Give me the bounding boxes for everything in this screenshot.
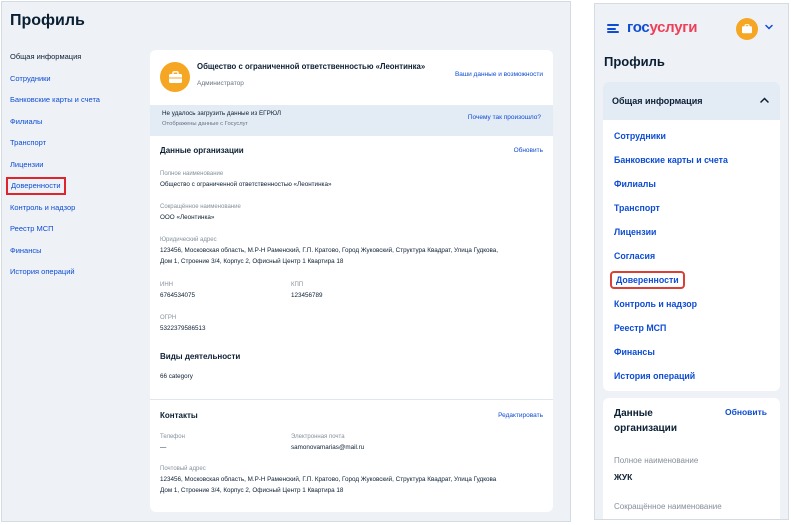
- email-label: Электронная почта: [291, 434, 345, 440]
- full-name-label: Полное наименование: [160, 171, 224, 177]
- ogrn-value: 5322379586513: [160, 325, 206, 332]
- inn-value: 6764534075: [160, 292, 196, 299]
- warning-subtext: Отображены данные с Госуслуг: [162, 121, 248, 127]
- menu-item-control[interactable]: Контроль и надзор: [603, 292, 780, 316]
- mobile-header: госуслуги: [595, 4, 788, 44]
- edit-contacts-button[interactable]: Редактировать: [498, 412, 543, 419]
- menu-item-employees[interactable]: Сотрудники: [603, 124, 780, 148]
- mobile-org-data-card: Данные организации Обновить Полное наиме…: [603, 398, 780, 519]
- activities-value: 66 category: [160, 373, 193, 380]
- mobile-short-name-label: Сокращённое наименование: [614, 502, 722, 511]
- short-name-label: Сокращённое наименование: [160, 204, 241, 210]
- organization-card: Общество с ограниченной ответственностью…: [150, 50, 553, 512]
- inn-label: ИНН: [160, 282, 173, 288]
- sidebar-nav: Общая информация Сотрудники Банковские к…: [2, 46, 142, 283]
- sidebar-item-branches[interactable]: Филиалы: [2, 111, 142, 133]
- menu-item-finance[interactable]: Финансы: [603, 340, 780, 364]
- sidebar-item-general-info[interactable]: Общая информация: [2, 46, 142, 68]
- menu-item-transport[interactable]: Транспорт: [603, 196, 780, 220]
- page-title: Профиль: [10, 12, 85, 29]
- menu-item-bank-cards[interactable]: Банковские карты и счета: [603, 148, 780, 172]
- menu-header-general-info[interactable]: Общая информация: [603, 82, 780, 120]
- chevron-up-icon[interactable]: [760, 97, 769, 103]
- section-divider: [150, 399, 553, 400]
- menu-item-branches[interactable]: Филиалы: [603, 172, 780, 196]
- mobile-section-menu: Общая информация Сотрудники Банковские к…: [603, 82, 780, 391]
- legal-address-line2: Дом 1, Строение 3/4, Корпус 2, Офисный Ц…: [160, 258, 344, 265]
- mobile-org-data-title: Данные организации: [614, 408, 677, 434]
- avatar[interactable]: [736, 18, 758, 40]
- menu-item-powers-of-attorney[interactable]: Доверенности: [603, 268, 780, 292]
- postal-address-line2: Дом 1, Строение 3/4, Корпус 2, Офисный Ц…: [160, 487, 344, 494]
- sidebar-item-history[interactable]: История операций: [2, 261, 142, 283]
- email-value: samonovamarias@mail.ru: [291, 444, 365, 451]
- phone-value: —: [160, 444, 167, 451]
- egrul-warning-banner: Не удалось загрузить данные из ЕГРЮЛ Ото…: [150, 105, 553, 136]
- sidebar-item-control[interactable]: Контроль и надзор: [2, 197, 142, 219]
- mobile-full-name-label: Полное наименование: [614, 456, 699, 465]
- legal-address-label: Юридический адрес: [160, 237, 217, 243]
- mobile-page-title: Профиль: [604, 54, 665, 69]
- chevron-down-icon[interactable]: [765, 24, 773, 30]
- sidebar-item-employees[interactable]: Сотрудники: [2, 68, 142, 90]
- sidebar-item-licenses[interactable]: Лицензии: [2, 154, 142, 176]
- mobile-refresh-button[interactable]: Обновить: [725, 407, 767, 417]
- org-name: Общество с ограниченной ответственностью…: [197, 62, 426, 71]
- org-role: Администратор: [197, 80, 244, 87]
- kpp-value: 123456789: [291, 292, 323, 299]
- mobile-profile-panel: госуслуги Профиль Общая информация Сотру…: [594, 3, 789, 520]
- postal-address-label: Почтовый адрес: [160, 466, 206, 472]
- sidebar-item-bank-cards[interactable]: Банковские карты и счета: [2, 89, 142, 111]
- briefcase-icon: [742, 24, 752, 34]
- mobile-full-name-value: ЖУК: [614, 472, 633, 482]
- menu-item-licenses[interactable]: Лицензии: [603, 220, 780, 244]
- kpp-label: КПП: [291, 282, 304, 288]
- org-header: Общество с ограниченной ответственностью…: [160, 62, 543, 92]
- sidebar-item-transport[interactable]: Транспорт: [2, 132, 142, 154]
- postal-address-line1: 123456, Московская область, М.Р-Н Раменс…: [160, 476, 497, 483]
- short-name-value: ООО «Леонтинка»: [160, 214, 215, 221]
- contacts-title: Контакты: [160, 411, 198, 420]
- refresh-button[interactable]: Обновить: [514, 147, 543, 154]
- menu-item-history[interactable]: История операций: [603, 364, 780, 388]
- ogrn-label: ОГРН: [160, 315, 177, 321]
- gosuslugi-logo[interactable]: госуслуги: [627, 19, 697, 36]
- full-name-value: Общество с ограниченной ответственностью…: [160, 181, 332, 188]
- menu-item-consents[interactable]: Согласия: [603, 244, 780, 268]
- your-data-link[interactable]: Ваши данные и возможности: [455, 71, 543, 78]
- sidebar-item-msp-registry[interactable]: Реестр МСП: [2, 218, 142, 240]
- desktop-profile-panel: Профиль Общая информация Сотрудники Банк…: [1, 1, 571, 522]
- activities-title: Виды деятельности: [160, 352, 241, 361]
- briefcase-icon: [160, 62, 190, 92]
- sidebar-item-powers-of-attorney[interactable]: Доверенности: [2, 175, 142, 197]
- org-data-title: Данные организации: [160, 146, 244, 155]
- menu-icon[interactable]: [607, 24, 619, 33]
- why-link[interactable]: Почему так произошло?: [468, 114, 541, 121]
- phone-label: Телефон: [160, 434, 185, 440]
- menu-item-msp-registry[interactable]: Реестр МСП: [603, 316, 780, 340]
- legal-address-line1: 123456, Московская область, М.Р-Н Раменс…: [160, 247, 499, 254]
- sidebar-item-finance[interactable]: Финансы: [2, 240, 142, 262]
